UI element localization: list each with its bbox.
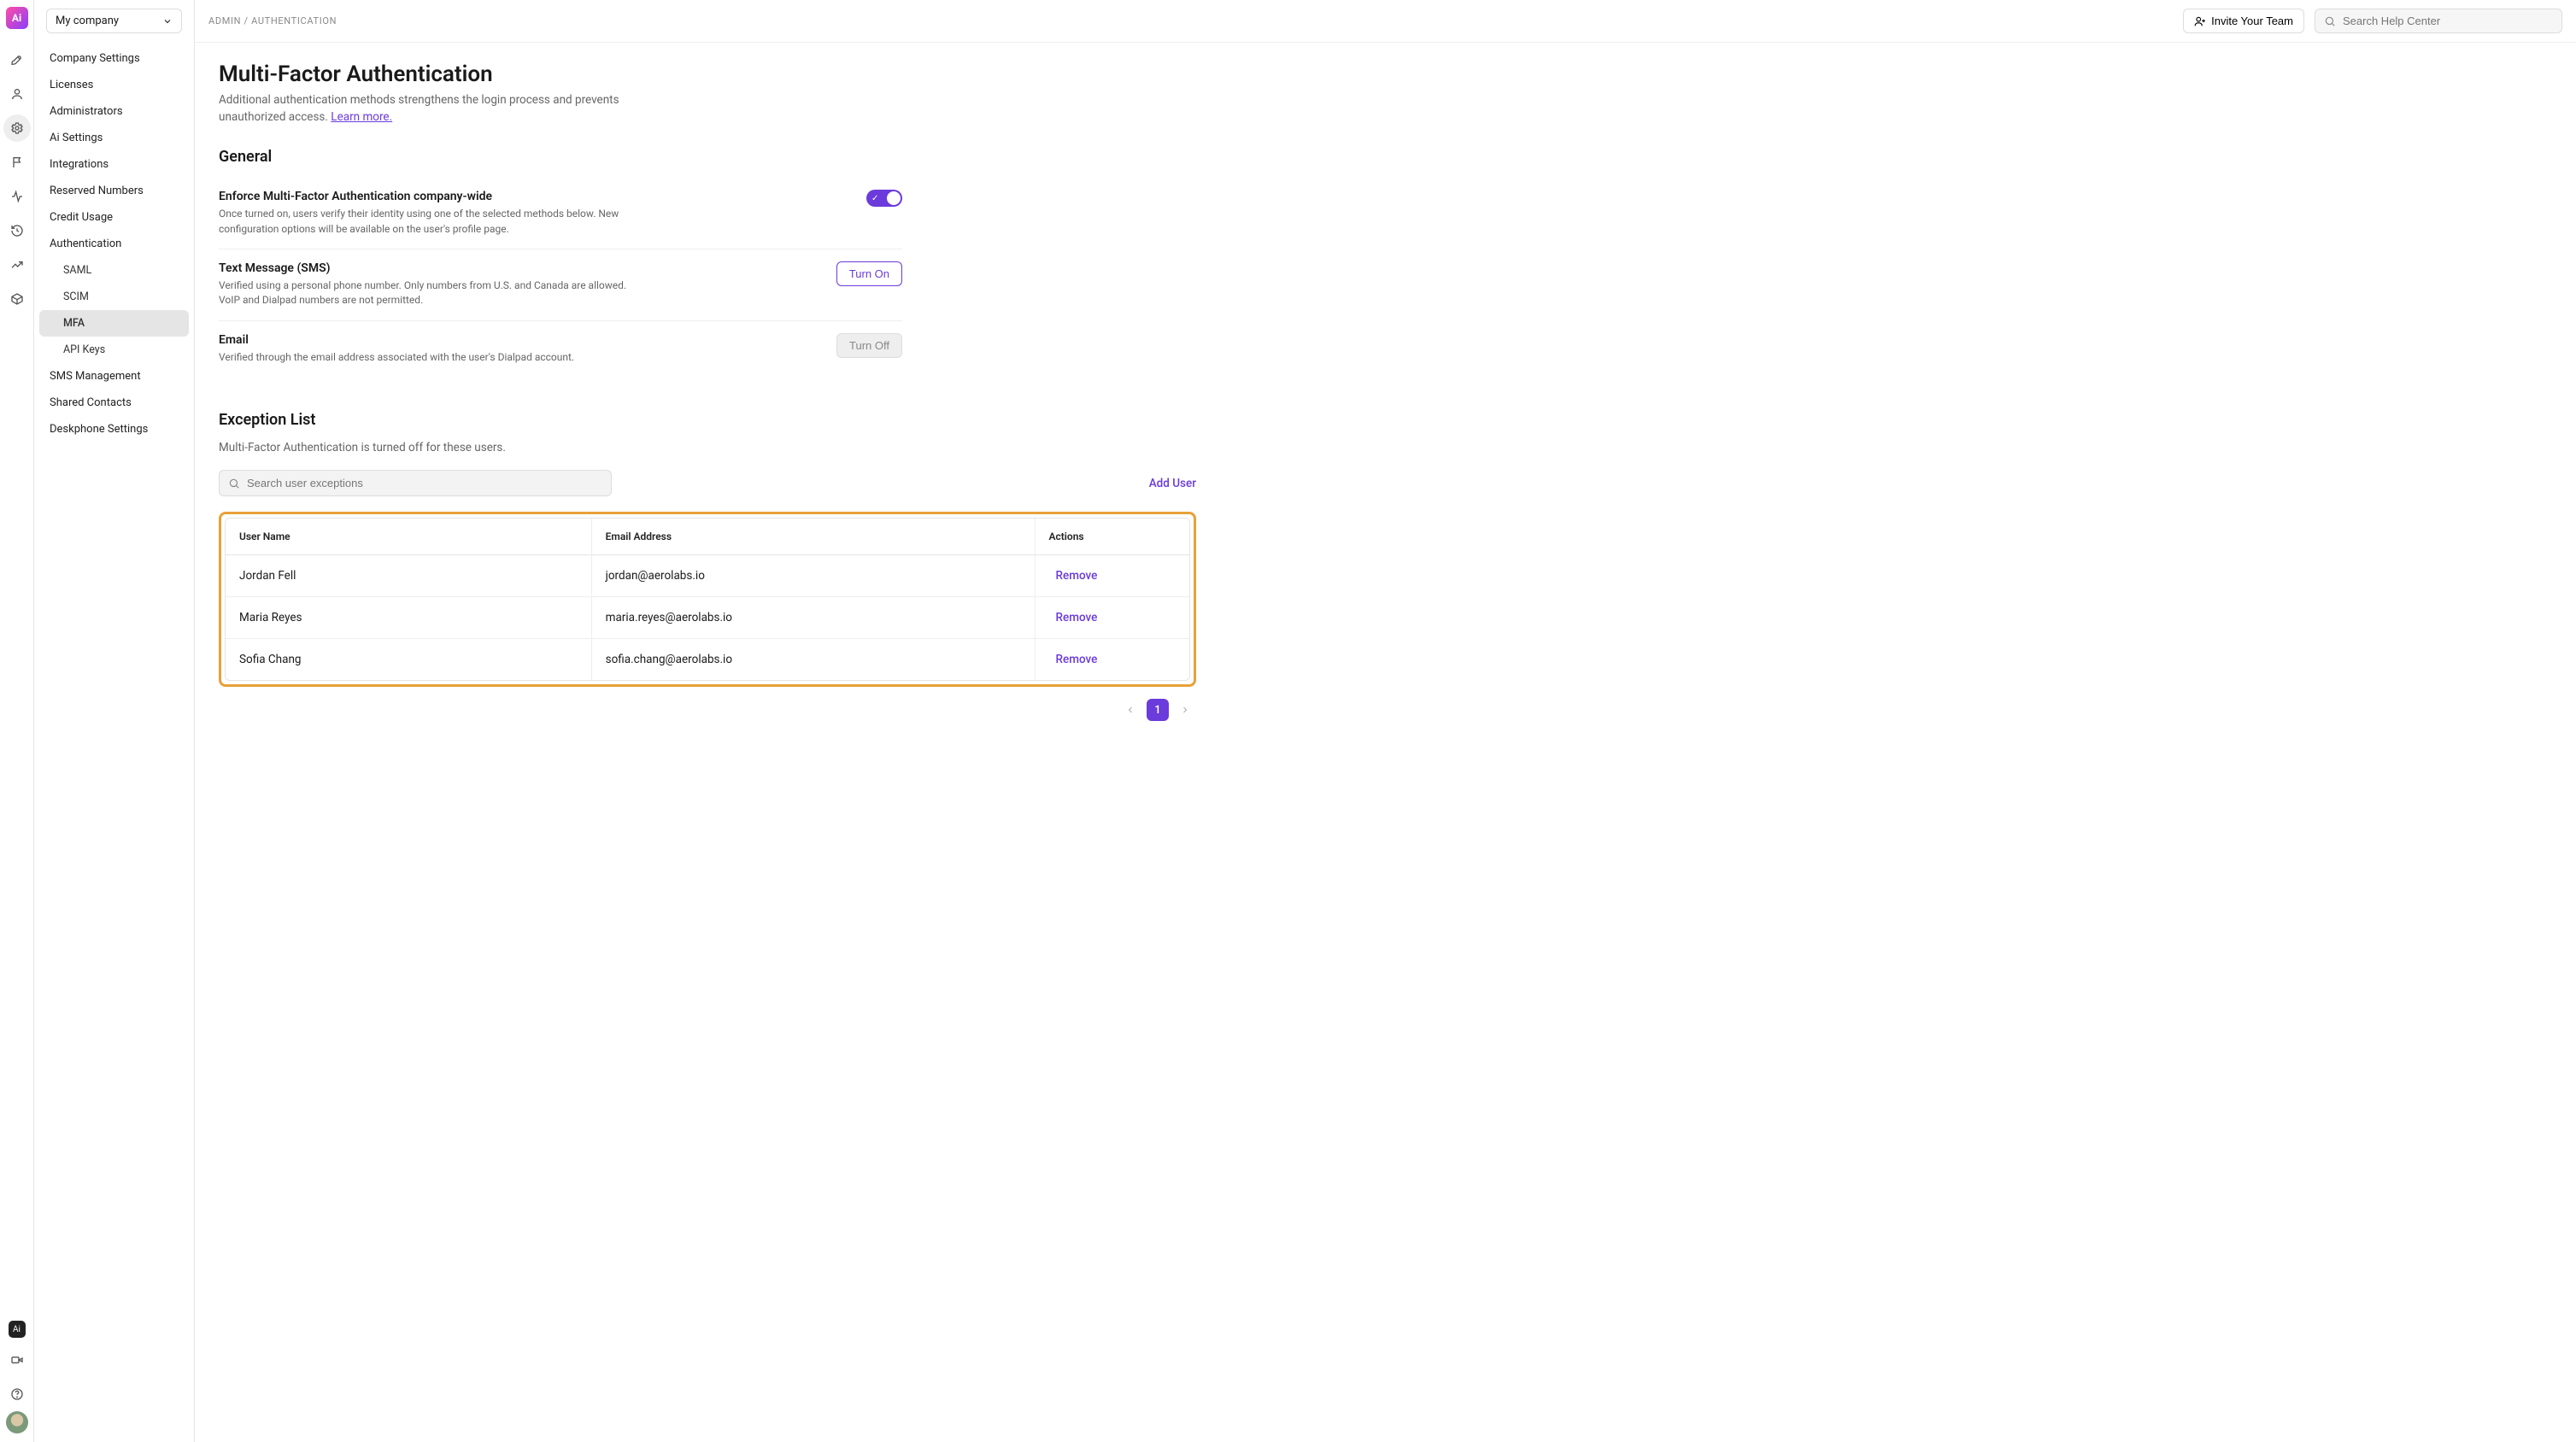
trending-icon[interactable] bbox=[3, 251, 31, 278]
search-help-input[interactable] bbox=[2343, 15, 2553, 27]
cell-name: Sofia Chang bbox=[226, 639, 592, 680]
breadcrumb: ADMIN / AUTHENTICATION bbox=[208, 15, 337, 26]
avatar[interactable] bbox=[6, 1411, 28, 1433]
rocket-icon[interactable] bbox=[3, 46, 31, 73]
email-desc: Verified through the email address assoc… bbox=[219, 350, 574, 365]
user-icon[interactable] bbox=[3, 80, 31, 108]
sidebar-item-reserved-numbers[interactable]: Reserved Numbers bbox=[39, 178, 189, 204]
cell-name: Maria Reyes bbox=[226, 597, 592, 639]
table-row: Maria Reyes maria.reyes@aerolabs.io Remo… bbox=[226, 597, 1189, 639]
sidebar-item-licenses[interactable]: Licenses bbox=[39, 72, 189, 98]
search-exceptions[interactable] bbox=[219, 470, 612, 496]
remove-button[interactable]: Remove bbox=[1049, 611, 1098, 624]
setting-sms: Text Message (SMS) Verified using a pers… bbox=[219, 249, 902, 321]
search-exceptions-input[interactable] bbox=[247, 477, 602, 489]
sidebar-item-shared-contacts[interactable]: Shared Contacts bbox=[39, 390, 189, 416]
sidebar-item-ai-settings[interactable]: Ai Settings bbox=[39, 125, 189, 151]
cell-email: maria.reyes@aerolabs.io bbox=[592, 597, 1036, 639]
table-row: Jordan Fell jordan@aerolabs.io Remove bbox=[226, 555, 1189, 597]
exception-heading: Exception List bbox=[219, 411, 1196, 429]
topbar: ADMIN / AUTHENTICATION Invite Your Team bbox=[195, 0, 2576, 43]
sidebar-item-sms-management[interactable]: SMS Management bbox=[39, 363, 189, 390]
page-subtitle: Additional authentication methods streng… bbox=[219, 92, 663, 126]
pager: 1 bbox=[219, 699, 1196, 721]
flag-icon[interactable] bbox=[3, 149, 31, 176]
enforce-mfa-toggle[interactable]: ✓ bbox=[866, 190, 902, 207]
search-help[interactable] bbox=[2315, 9, 2562, 33]
invite-team-button[interactable]: Invite Your Team bbox=[2183, 9, 2304, 33]
enforce-desc: Once turned on, users verify their ident… bbox=[219, 207, 646, 237]
user-plus-icon bbox=[2194, 15, 2206, 27]
sidebar-item-authentication[interactable]: Authentication bbox=[39, 231, 189, 257]
pager-next-button[interactable] bbox=[1174, 699, 1196, 721]
setting-enforce-mfa: Enforce Multi-Factor Authentication comp… bbox=[219, 178, 902, 249]
sidebar-item-company-settings[interactable]: Company Settings bbox=[39, 45, 189, 72]
app-logo[interactable]: Ai bbox=[6, 7, 28, 29]
search-icon bbox=[228, 478, 240, 489]
history-icon[interactable] bbox=[3, 217, 31, 244]
col-header-email: Email Address bbox=[592, 519, 1036, 555]
search-icon bbox=[2324, 15, 2336, 27]
sidebar-item-integrations[interactable]: Integrations bbox=[39, 151, 189, 178]
help-icon[interactable] bbox=[3, 1380, 31, 1408]
remove-button[interactable]: Remove bbox=[1049, 653, 1098, 666]
pager-prev-button[interactable] bbox=[1119, 699, 1141, 721]
sidebar-item-saml[interactable]: SAML bbox=[39, 257, 189, 284]
sidebar-item-credit-usage[interactable]: Credit Usage bbox=[39, 204, 189, 231]
sms-turn-on-button[interactable]: Turn On bbox=[836, 261, 902, 286]
email-turn-off-button[interactable]: Turn Off bbox=[836, 333, 902, 358]
exception-table: User Name Email Address Actions Jordan F… bbox=[225, 518, 1190, 681]
check-icon: ✓ bbox=[871, 194, 878, 203]
add-user-button[interactable]: Add User bbox=[1149, 477, 1196, 490]
sms-title: Text Message (SMS) bbox=[219, 261, 646, 275]
learn-more-link[interactable]: Learn more. bbox=[331, 110, 392, 124]
left-rail: Ai Ai bbox=[0, 0, 34, 1442]
cell-email: sofia.chang@aerolabs.io bbox=[592, 639, 1036, 680]
sidebar-item-mfa[interactable]: MFA bbox=[39, 310, 189, 337]
ai-badge-icon[interactable]: Ai bbox=[9, 1321, 26, 1338]
exception-table-highlight: User Name Email Address Actions Jordan F… bbox=[219, 512, 1196, 687]
col-header-name: User Name bbox=[226, 519, 592, 555]
invite-team-label: Invite Your Team bbox=[2211, 15, 2293, 27]
chevron-down-icon bbox=[162, 16, 173, 26]
box-icon[interactable] bbox=[3, 285, 31, 313]
company-selector[interactable]: My company bbox=[46, 9, 182, 33]
enforce-title: Enforce Multi-Factor Authentication comp… bbox=[219, 190, 646, 203]
setting-email: Email Verified through the email address… bbox=[219, 321, 902, 377]
remove-button[interactable]: Remove bbox=[1049, 569, 1098, 583]
company-selector-label: My company bbox=[56, 15, 119, 27]
exception-desc: Multi-Factor Authentication is turned of… bbox=[219, 441, 1196, 454]
pager-page-1[interactable]: 1 bbox=[1147, 699, 1169, 721]
activity-icon[interactable] bbox=[3, 183, 31, 210]
email-title: Email bbox=[219, 333, 574, 347]
sidebar-item-api-keys[interactable]: API Keys bbox=[39, 337, 189, 363]
sidebar-item-administrators[interactable]: Administrators bbox=[39, 98, 189, 125]
video-icon[interactable] bbox=[3, 1346, 31, 1374]
gear-icon[interactable] bbox=[3, 114, 31, 142]
sidebar-item-scim[interactable]: SCIM bbox=[39, 284, 189, 310]
page-title: Multi-Factor Authentication bbox=[219, 62, 1196, 87]
col-header-actions: Actions bbox=[1036, 519, 1190, 555]
table-row: Sofia Chang sofia.chang@aerolabs.io Remo… bbox=[226, 639, 1189, 680]
sms-desc: Verified using a personal phone number. … bbox=[219, 278, 646, 308]
general-heading: General bbox=[219, 148, 1196, 166]
cell-name: Jordan Fell bbox=[226, 555, 592, 597]
sidebar-item-deskphone-settings[interactable]: Deskphone Settings bbox=[39, 416, 189, 443]
cell-email: jordan@aerolabs.io bbox=[592, 555, 1036, 597]
sidebar: My company Company Settings Licenses Adm… bbox=[34, 0, 195, 1442]
